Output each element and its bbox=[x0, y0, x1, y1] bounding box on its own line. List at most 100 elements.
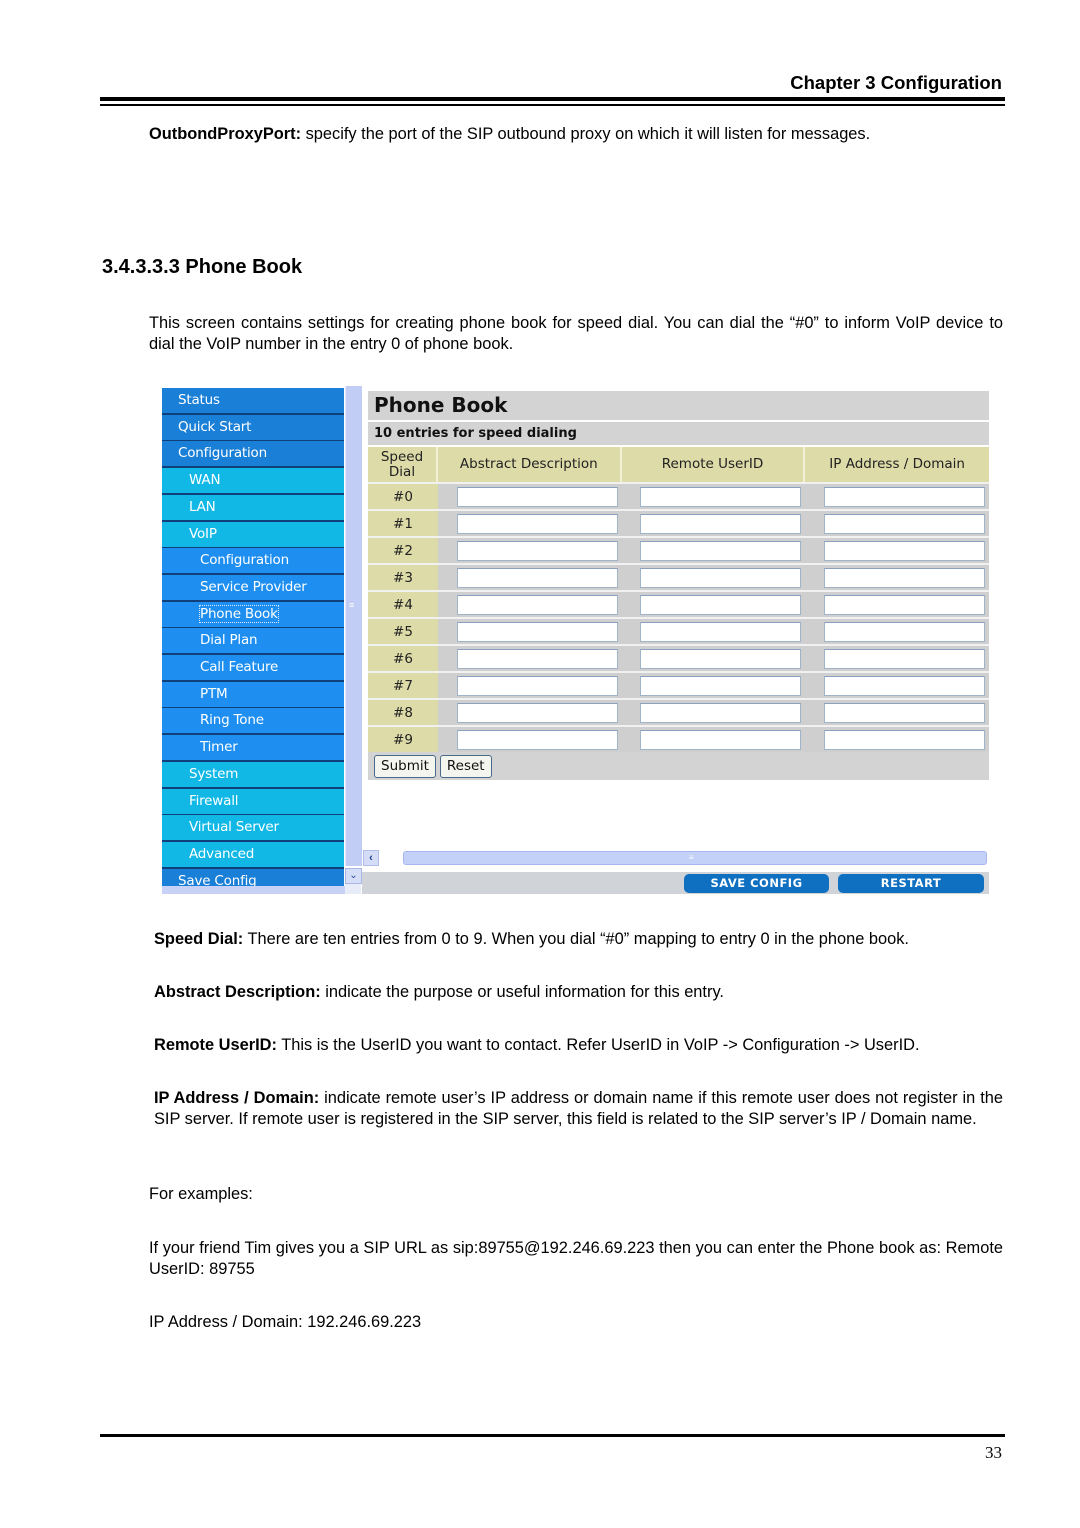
ip-domain-input[interactable] bbox=[824, 540, 985, 561]
page-number: 33 bbox=[985, 1443, 1002, 1462]
remote-userid-input[interactable] bbox=[640, 567, 802, 588]
field-cell bbox=[626, 698, 806, 725]
field-cell bbox=[810, 644, 989, 671]
sidebar-item-system[interactable]: System bbox=[162, 761, 344, 789]
description-input[interactable] bbox=[456, 513, 618, 534]
sidebar-item-ring-tone[interactable]: Ring Tone bbox=[162, 708, 344, 736]
phonebook-panel: Phone Book 10 entries for speed dialing … bbox=[368, 391, 989, 780]
definition-text: This is the UserID you want to contact. … bbox=[276, 1036, 920, 1054]
sidebar-item-ptm[interactable]: PTM bbox=[162, 681, 344, 709]
section-heading: 3.4.3.3.3 Phone Book bbox=[102, 256, 303, 278]
restart-button[interactable]: RESTART bbox=[838, 874, 984, 893]
remote-userid-input[interactable] bbox=[640, 621, 802, 642]
ip-domain-input[interactable] bbox=[824, 675, 985, 696]
save-config-button[interactable]: SAVE CONFIG bbox=[684, 874, 829, 893]
speed-dial-cell: #7 bbox=[368, 671, 438, 698]
scroll-down-icon[interactable]: ⌄ bbox=[345, 868, 362, 884]
footer-rule bbox=[100, 1434, 1005, 1437]
main-horizontal-scrollbar[interactable]: ‹ ≡ bbox=[360, 848, 988, 866]
sidebar-item-call-feature[interactable]: Call Feature bbox=[162, 655, 344, 682]
definition-term: Remote UserID: bbox=[154, 1036, 277, 1054]
remote-userid-input[interactable] bbox=[640, 513, 802, 534]
form-button-row: Submit Reset bbox=[368, 752, 989, 780]
description-input[interactable] bbox=[456, 702, 618, 723]
field-cell bbox=[443, 644, 622, 671]
speed-dial-cell: #1 bbox=[368, 509, 438, 536]
submit-button[interactable]: Submit bbox=[374, 755, 436, 778]
sidebar-item-configuration[interactable]: Configuration bbox=[162, 548, 344, 576]
definition-speed-dial: Speed Dial: There are ten entries from 0… bbox=[154, 929, 909, 950]
sidebar-item-voip[interactable]: VoIP bbox=[162, 521, 344, 549]
field-cell bbox=[810, 509, 989, 536]
definition-term: IP Address / Domain: bbox=[154, 1089, 320, 1107]
remote-userid-input[interactable] bbox=[640, 675, 802, 696]
sidebar-horizontal-scrollbar[interactable] bbox=[162, 886, 345, 894]
ip-domain-input[interactable] bbox=[824, 594, 985, 615]
panel-title: Phone Book bbox=[368, 391, 989, 420]
sidebar-item-quick-start[interactable]: Quick Start bbox=[162, 414, 344, 442]
remote-userid-input[interactable] bbox=[640, 486, 802, 507]
sidebar-vertical-scrollbar[interactable]: ≡ bbox=[345, 386, 362, 866]
ip-domain-input[interactable] bbox=[824, 567, 985, 588]
remote-userid-input[interactable] bbox=[640, 702, 802, 723]
table-row: #5 bbox=[368, 617, 989, 644]
description-input[interactable] bbox=[456, 567, 618, 588]
sidebar-item-status[interactable]: Status bbox=[162, 388, 344, 415]
definition-ip-domain: IP Address / Domain: indicate remote use… bbox=[154, 1088, 1003, 1130]
remote-userid-input[interactable] bbox=[640, 648, 802, 669]
table-row: #1 bbox=[368, 509, 989, 536]
description-input[interactable] bbox=[456, 594, 618, 615]
field-cell bbox=[810, 698, 989, 725]
description-input[interactable] bbox=[456, 729, 618, 750]
sidebar-item-label: Configuration bbox=[200, 552, 289, 569]
chapter-title: Chapter 3 Configuration bbox=[790, 72, 1002, 93]
remote-userid-input[interactable] bbox=[640, 540, 802, 561]
sidebar-item-label: PTM bbox=[200, 685, 228, 702]
description-input[interactable] bbox=[456, 540, 618, 561]
table-row: #2 bbox=[368, 536, 989, 563]
field-cell bbox=[626, 536, 806, 563]
sidebar-item-firewall[interactable]: Firewall bbox=[162, 788, 344, 816]
speed-dial-cell: #0 bbox=[368, 482, 438, 509]
ip-domain-input[interactable] bbox=[824, 486, 985, 507]
sidebar-nav: Status Quick Start Configuration WAN LAN VoIP… bbox=[162, 388, 345, 888]
definition-term: Abstract Description: bbox=[154, 983, 321, 1001]
description-input[interactable] bbox=[456, 675, 618, 696]
sidebar-item-configuration[interactable]: Configuration bbox=[162, 441, 344, 469]
remote-userid-input[interactable] bbox=[640, 594, 802, 615]
definition-abstract-description: Abstract Description: indicate the purpo… bbox=[154, 982, 724, 1003]
sidebar-item-service-provider[interactable]: Service Provider bbox=[162, 574, 344, 602]
definition-term: Speed Dial: bbox=[154, 930, 244, 948]
sidebar-item-timer[interactable]: Timer bbox=[162, 735, 344, 763]
sidebar-item-label: System bbox=[189, 765, 239, 782]
sidebar-item-dial-plan[interactable]: Dial Plan bbox=[162, 628, 344, 656]
ip-domain-input[interactable] bbox=[824, 702, 985, 723]
sidebar-item-advanced[interactable]: Advanced bbox=[162, 841, 344, 869]
sidebar-item-label: Advanced bbox=[189, 845, 255, 862]
examples-label: For examples: bbox=[149, 1185, 253, 1203]
table-row: #6 bbox=[368, 644, 989, 671]
description-input[interactable] bbox=[456, 648, 618, 669]
description-input[interactable] bbox=[456, 486, 618, 507]
reset-button[interactable]: Reset bbox=[439, 755, 492, 778]
remote-userid-input[interactable] bbox=[640, 729, 802, 750]
ip-domain-input[interactable] bbox=[824, 621, 985, 642]
sidebar-item-label: Ring Tone bbox=[200, 712, 264, 729]
ip-domain-input[interactable] bbox=[824, 729, 985, 750]
sidebar-item-label: Phone Book bbox=[199, 604, 279, 623]
sidebar-item-label: LAN bbox=[189, 498, 216, 515]
scroll-corner bbox=[345, 884, 361, 894]
sidebar-item-label: VoIP bbox=[189, 525, 217, 542]
scroll-track[interactable]: ≡ bbox=[403, 851, 987, 865]
scroll-left-icon[interactable]: ‹ bbox=[363, 850, 379, 866]
field-cell bbox=[443, 563, 622, 590]
ip-domain-input[interactable] bbox=[824, 648, 985, 669]
ip-domain-input[interactable] bbox=[824, 513, 985, 534]
table-row: #7 bbox=[368, 671, 989, 698]
scroll-grip-icon: ≡ bbox=[689, 853, 694, 862]
sidebar-item-virtual-server[interactable]: Virtual Server bbox=[162, 815, 344, 843]
sidebar-item-phone-book[interactable]: Phone Book bbox=[162, 601, 344, 629]
sidebar-item-lan[interactable]: LAN bbox=[162, 494, 344, 522]
description-input[interactable] bbox=[456, 621, 618, 642]
sidebar-item-wan[interactable]: WAN bbox=[162, 468, 344, 496]
